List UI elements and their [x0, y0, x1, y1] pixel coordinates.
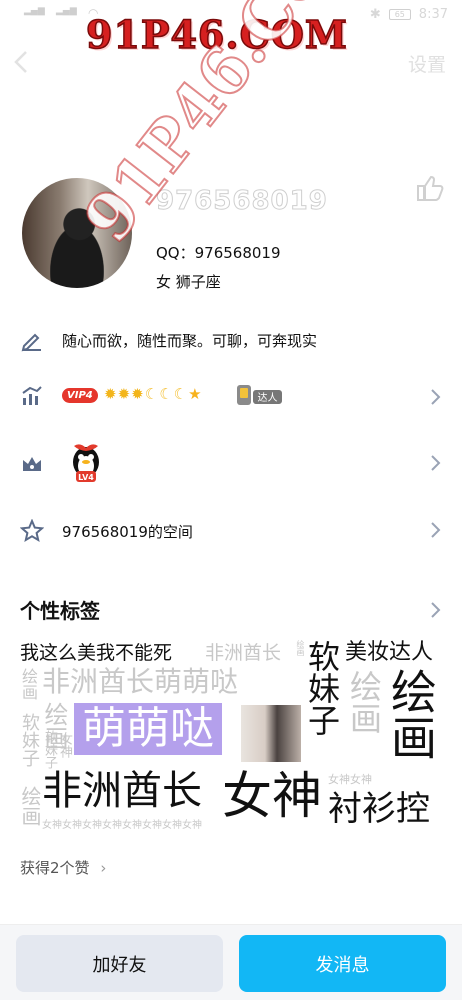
- tag: 非洲酋长萌萌哒: [42, 665, 239, 698]
- tags-section-title: 个性标签: [20, 599, 100, 623]
- sun-icon: ✹: [104, 385, 117, 403]
- settings-link[interactable]: 设置: [408, 50, 446, 77]
- chevron-right-icon: ›: [100, 859, 107, 877]
- tag: 女神女神女神女神女神女神女神女神: [42, 820, 202, 831]
- qq-penguin-icon: LV4: [73, 444, 99, 482]
- level-chart-icon: [22, 386, 42, 405]
- avatar[interactable]: [22, 178, 132, 288]
- tag: 非洲酋长: [42, 768, 202, 814]
- signal-icon: ▂▄▆: [56, 6, 77, 16]
- tag: 我这么美我不能死: [20, 642, 173, 664]
- vip-badge: VIP4: [62, 388, 98, 403]
- bottom-action-bar: 加好友 发消息: [0, 924, 462, 1000]
- profile-qq-number: QQ：976568019: [156, 244, 281, 262]
- profile-username: 976568019: [156, 186, 328, 217]
- qzone-link-text[interactable]: 976568019的空间: [62, 521, 193, 542]
- watermark-logo: 91P46.COM: [85, 11, 348, 58]
- send-message-button[interactable]: 发消息: [239, 935, 446, 992]
- back-arrow-icon[interactable]: [10, 48, 34, 76]
- signature-text: 随心而欲，随性而聚。可聊，可奔现实: [62, 332, 318, 350]
- clock: 8:37: [418, 7, 448, 22]
- signal-icon: ▂▄▆: [24, 6, 45, 16]
- moon-icon: ☾: [144, 385, 159, 403]
- space-star-icon: [20, 519, 44, 543]
- tag-highlight: 萌萌哒: [74, 703, 222, 755]
- tag: 绘画: [345, 670, 383, 734]
- moon-icon: ☾: [173, 385, 188, 403]
- tag: 衬衫控: [328, 789, 430, 829]
- battery-icon: 65: [388, 9, 411, 20]
- tag: 软妹子: [42, 730, 57, 769]
- status-right: ✱ 65 8:37: [370, 7, 448, 22]
- chevron-right-icon[interactable]: [428, 521, 442, 539]
- tag: 女神: [222, 767, 322, 825]
- crown-icon: [23, 457, 41, 471]
- bluetooth-icon: ✱: [369, 7, 381, 22]
- chevron-right-icon[interactable]: [428, 454, 442, 472]
- star-icon: ★: [188, 385, 202, 403]
- sun-icon: ✹: [117, 385, 131, 403]
- chevron-right-icon[interactable]: [428, 601, 442, 619]
- pet-level-label: LV4: [78, 473, 94, 482]
- add-friend-button[interactable]: 加好友: [16, 935, 223, 992]
- tag-photo: [241, 705, 301, 762]
- thumbs-up-icon[interactable]: [414, 172, 446, 204]
- tag: 女神: [57, 732, 72, 758]
- qq-level-icons: ✹ ✹ ✹ ☾ ☾ ☾ ★: [104, 385, 202, 403]
- daren-badge-icon: 达人: [237, 385, 282, 405]
- daren-label: 达人: [258, 392, 278, 404]
- likes-count[interactable]: 获得2个赞 ›: [20, 857, 106, 878]
- tag: 非洲酋长: [205, 642, 282, 664]
- chevron-right-icon[interactable]: [428, 388, 442, 406]
- tag: 软妹子: [303, 640, 341, 736]
- moon-icon: ☾: [159, 385, 173, 403]
- sun-icon: ✹: [131, 385, 144, 403]
- tag: 绘画: [19, 668, 38, 700]
- profile-gender-zodiac: 女 狮子座: [156, 273, 221, 291]
- tag: 绘画: [384, 668, 438, 760]
- likes-label: 获得2个赞: [20, 859, 90, 877]
- tag: 软妹子: [19, 713, 40, 767]
- tag: 女神女神: [328, 773, 372, 786]
- tag: 绘画: [18, 786, 42, 826]
- tag: 美妆达人: [345, 640, 434, 665]
- pencil-icon: [21, 333, 41, 352]
